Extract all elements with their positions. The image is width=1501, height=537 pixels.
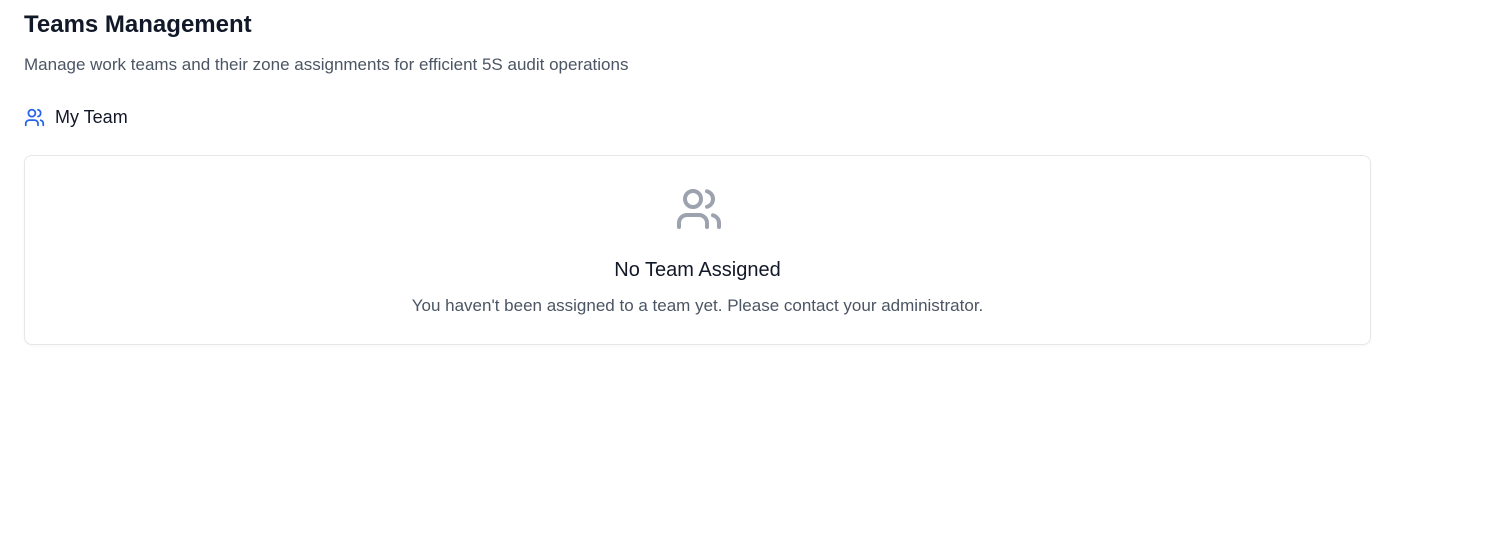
users-icon [24,107,45,128]
no-team-card: No Team Assigned You haven't been assign… [24,155,1371,345]
users-icon [673,185,725,233]
my-team-section-header: My Team [24,105,128,129]
page-subtitle: Manage work teams and their zone assignm… [24,55,629,74]
empty-state-title: No Team Assigned [614,259,781,281]
page-title: Teams Management [24,11,252,38]
empty-state-message: You haven't been assigned to a team yet.… [411,296,984,315]
section-title: My Team [55,107,128,127]
